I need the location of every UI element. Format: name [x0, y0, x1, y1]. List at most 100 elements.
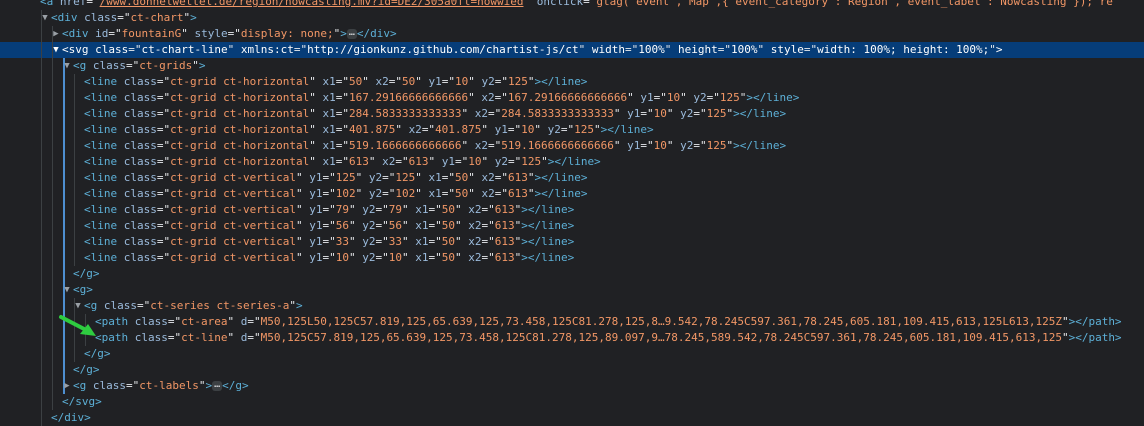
dom-node-row[interactable]: <line class="ct-grid ct-vertical" y1="56… [0, 218, 1144, 234]
dom-node-row[interactable]: </svg> [0, 394, 1144, 410]
collapsed-triangle-icon[interactable]: ▶ [51, 26, 61, 42]
attribute-value: 50 [441, 219, 455, 232]
tag-token: <line [84, 107, 124, 120]
attribute-value: 613 [348, 155, 369, 168]
markup-punctuation: " [627, 91, 641, 104]
dom-node-row[interactable]: <line class="ct-grid ct-vertical" y1="10… [0, 186, 1144, 202]
dom-node-row[interactable]: <a href="/www.donnelwettel.de/region/now… [0, 0, 1144, 10]
attribute-name: y1 [309, 251, 323, 264]
expand-triangle-icon[interactable]: ▼ [62, 58, 72, 74]
node-markup: <div class="ct-chart"> [51, 10, 197, 26]
dom-node-row[interactable]: <line class="ct-grid ct-vertical" y1="12… [0, 170, 1144, 186]
node-markup: <g class="ct-series ct-series-a"> [84, 298, 303, 314]
attribute-name: class [103, 299, 137, 312]
dom-node-row[interactable]: </div> [0, 410, 1144, 426]
attribute-value: ct-grid ct-vertical [170, 187, 296, 200]
markup-punctuation: " [468, 171, 482, 184]
green-arrow-icon [59, 315, 96, 336]
attribute-value: 50 [348, 75, 363, 88]
collapsed-content-ellipsis[interactable]: … [346, 28, 357, 39]
attribute-name: x2 [468, 219, 482, 232]
markup-punctuation: " [481, 155, 495, 168]
indent-guide [63, 266, 65, 282]
tag-token: ></line> [600, 123, 654, 136]
markup-punctuation: " [295, 187, 310, 200]
attribute-value: 125 [395, 171, 416, 184]
attribute-value: M50,125C57.819,125,65.639,125,73.458,125… [260, 331, 1062, 344]
node-markup: <g class="ct-grids"> [73, 58, 205, 74]
attribute-value: 33 [335, 235, 349, 248]
dom-node-row[interactable]: <line class="ct-grid ct-vertical" y1="33… [0, 234, 1144, 250]
tag-token: > [995, 43, 1003, 56]
dom-node-row[interactable]: </g> [0, 362, 1144, 378]
tag-token: <line [84, 251, 124, 264]
attribute-name: x2 [408, 123, 422, 136]
attribute-name: y2 [680, 107, 694, 120]
dom-node-row[interactable]: </g> [0, 346, 1144, 362]
indent-guide [74, 154, 75, 170]
markup-punctuation: " [395, 123, 409, 136]
dom-node-row[interactable]: <line class="ct-grid ct-horizontal" x1="… [0, 74, 1144, 90]
markup-punctuation: " [468, 187, 482, 200]
indent-guide [52, 170, 53, 186]
node-markup: <line class="ct-grid ct-vertical" y1="33… [84, 234, 574, 250]
markup-punctuation: " [757, 43, 771, 56]
attribute-name: y1 [309, 171, 323, 184]
dom-node-row[interactable]: ▼ <g class="ct-grids"> [0, 58, 1144, 74]
indent-guide [52, 218, 53, 234]
tag-token: </svg> [62, 395, 102, 408]
expand-triangle-icon[interactable]: ▼ [40, 10, 50, 26]
indent-guide [74, 202, 75, 218]
attribute-value: 79 [335, 203, 349, 216]
tag-token: ></path> [1068, 331, 1122, 344]
markup-punctuation: =" [335, 107, 349, 120]
dom-node-row[interactable]: <path class="ct-line" d="M50,125C57.819,… [0, 330, 1144, 346]
attribute-name: y2 [368, 187, 383, 200]
indent-guide [74, 170, 75, 186]
collapsed-content-ellipsis[interactable]: … [212, 380, 223, 391]
dom-node-row[interactable]: ▶ <g class="ct-labels">… </g> [0, 378, 1144, 394]
markup-punctuation: =" [375, 251, 389, 264]
attribute-value: 10 [666, 91, 681, 104]
dom-node-row[interactable]: ▶ <div id="fountainG" style="display: non… [0, 26, 1144, 42]
markup-punctuation: =" [156, 123, 171, 136]
dom-node-row[interactable]: <line class="ct-grid ct-vertical" y1="10… [0, 250, 1144, 266]
indent-guide [63, 234, 65, 250]
dom-node-row[interactable]: <line class="ct-grid ct-vertical" y1="79… [0, 202, 1144, 218]
markup-punctuation: " [295, 235, 310, 248]
dom-node-row[interactable]: ▼ <g class="ct-series ct-series-a"> [0, 298, 1144, 314]
dom-node-row[interactable]: <line class="ct-grid ct-horizontal" x1="… [0, 154, 1144, 170]
attribute-value: 125 [507, 75, 528, 88]
markup-punctuation: =" [441, 75, 455, 88]
dom-node-row[interactable]: </g> [0, 266, 1144, 282]
attribute-value: 519.1666666666666 [501, 139, 614, 152]
dom-node-row[interactable]: <line class="ct-grid ct-horizontal" x1="… [0, 106, 1144, 122]
attribute-link[interactable]: /www.donnelwettel.de/region/nowcasting.m… [100, 0, 524, 8]
attribute-name: x1 [428, 187, 442, 200]
dom-node-row[interactable]: <line class="ct-grid ct-horizontal" x1="… [0, 138, 1144, 154]
dom-node-row[interactable]: <path class="ct-area" d="M50,125L50,125C… [0, 314, 1144, 330]
markup-punctuation: =" [640, 139, 654, 152]
attribute-value: 50 [441, 235, 455, 248]
markup-punctuation: " [454, 203, 469, 216]
markup-punctuation: =" [481, 251, 495, 264]
tag-token: </g> [73, 363, 100, 376]
attribute-value: 125 [706, 107, 727, 120]
expand-triangle-icon[interactable]: ▼ [51, 42, 61, 58]
dom-node-row[interactable]: <line class="ct-grid ct-horizontal" x1="… [0, 90, 1144, 106]
attribute-value: 125 [335, 171, 356, 184]
attribute-value: 167.29166666666666 [507, 91, 628, 104]
dom-node-row[interactable]: ▼ <div class="ct-chart"> [0, 10, 1144, 26]
dom-node-row[interactable]: ▼ <svg class="ct-chart-line" xmlns:ct="ht… [0, 42, 1144, 58]
indent-guide [41, 410, 42, 426]
markup-punctuation: =" [395, 155, 409, 168]
attribute-value: 401.875 [435, 123, 482, 136]
indent-guide [52, 154, 53, 170]
markup-punctuation: " [295, 219, 310, 232]
dom-node-row[interactable]: ▼ <g> [0, 282, 1144, 298]
expand-triangle-icon[interactable]: ▼ [62, 282, 72, 298]
indent-guide [63, 170, 65, 186]
collapsed-triangle-icon[interactable]: ▶ [62, 378, 72, 394]
attribute-name: x1 [322, 155, 336, 168]
dom-node-row[interactable]: <line class="ct-grid ct-horizontal" x1="… [0, 122, 1144, 138]
